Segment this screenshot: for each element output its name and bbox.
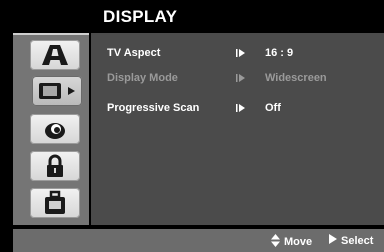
select-label: Select — [341, 234, 374, 247]
move-hint: Move — [271, 234, 312, 250]
language-a-icon — [40, 43, 70, 67]
move-label: Move — [284, 236, 313, 248]
setting-value: Off — [265, 102, 281, 114]
settings-panel — [91, 33, 384, 225]
up-down-arrow-icon — [271, 234, 280, 250]
setting-arrow-icon — [236, 48, 246, 61]
tab-lock[interactable] — [30, 151, 80, 181]
select-hint: Select — [329, 234, 373, 247]
setting-value: Widescreen — [265, 72, 327, 84]
audio-icon — [40, 117, 70, 141]
setting-label: Progressive Scan — [107, 102, 200, 114]
category-sidebar — [13, 33, 89, 225]
osd-menu-frame: DISPLAY TV Aspect 16: 9 Display Mode Wi… — [0, 0, 384, 252]
tab-display[interactable] — [32, 76, 82, 106]
display-monitor-icon — [36, 80, 78, 102]
others-bag-icon — [41, 190, 69, 216]
tab-language[interactable] — [30, 40, 80, 70]
setting-arrow-icon — [236, 73, 246, 86]
footer-hint-bar: Move Select — [13, 229, 384, 252]
setting-label: Display Mode — [107, 72, 178, 84]
setting-arrow-icon — [236, 103, 246, 116]
setting-value: 16 : 9 — [265, 47, 294, 59]
menu-title: DISPLAY — [103, 7, 178, 26]
tab-others[interactable] — [30, 188, 80, 218]
right-arrow-icon — [329, 234, 337, 247]
tab-audio[interactable] — [30, 114, 80, 144]
lock-icon — [42, 153, 68, 179]
setting-label: TV Aspect — [107, 47, 161, 59]
